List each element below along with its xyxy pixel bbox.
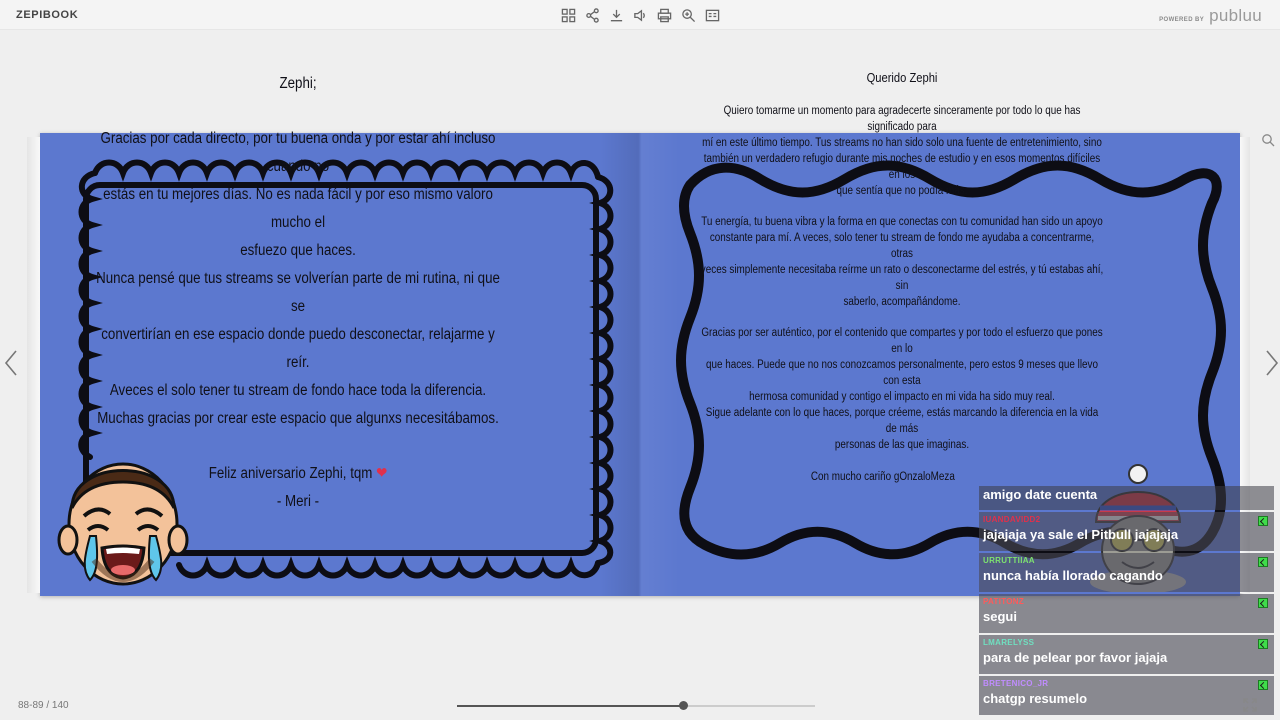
verified-badge-icon: [1258, 516, 1268, 526]
left-line: esfuezo que haces.: [240, 242, 356, 259]
right-line: también un verdadero refugio durante mis…: [703, 153, 1101, 181]
left-line: Muchas gracias por crear este espacio qu…: [97, 410, 499, 427]
right-page-text: Querido Zephi Quiero tomarme un momento …: [666, 70, 1138, 485]
chat-username: BRETENICO_JR: [983, 679, 1049, 688]
grid-icon[interactable]: [558, 6, 578, 24]
chat-username: URRUTTIIAA: [983, 556, 1035, 565]
chat-text: nunca había llorado cagando: [983, 568, 1163, 583]
stream-chat-overlay: amigo date cuenta IUANDAVIDD2 jajajaja y…: [979, 486, 1274, 715]
right-line: constante para mí. A veces, solo tener t…: [709, 232, 1095, 260]
heart-icon: ❤: [376, 465, 388, 482]
chat-text: jajajaja ya sale el Pitbull jajajaja: [983, 527, 1179, 542]
verified-badge-icon: [1258, 598, 1268, 608]
powered-by[interactable]: POWERED BY publuu: [1159, 6, 1262, 26]
toolbar: [558, 6, 722, 24]
chat-message: LMARELYSS para de pelear por favor jajaj…: [979, 635, 1274, 674]
left-line: Aveces el solo tener tu stream de fondo …: [109, 382, 487, 399]
crying-laughing-face-icon: [57, 462, 189, 586]
prev-page-arrow[interactable]: [2, 348, 20, 378]
right-signature: Con mucho cariño gOnzaloMeza: [810, 471, 955, 483]
chat-text: segui: [983, 609, 1017, 624]
chevron-left-icon: [4, 350, 17, 376]
chat-message: IUANDAVIDD2 jajajaja ya sale el Pitbull …: [979, 512, 1274, 551]
right-line: Quiero tomarme un momento para agradecer…: [723, 105, 1081, 133]
chat-username: PATITONZ: [983, 597, 1025, 606]
verified-badge-icon: [1258, 557, 1268, 567]
slider-handle[interactable]: [678, 701, 688, 710]
share-icon[interactable]: [582, 6, 602, 24]
chat-text: para de pelear por favor jajaja: [983, 650, 1168, 665]
left-line: Nunca pensé que tus streams se volverían…: [96, 270, 500, 315]
right-line: que haces. Puede que no nos conozcamos p…: [705, 359, 1098, 387]
right-line: saberlo, acompañándome.: [843, 296, 961, 308]
chat-message: BRETENICO_JR chatgp resumelo: [979, 676, 1274, 715]
sound-icon[interactable]: [630, 6, 650, 24]
top-bar: ZEPIBOOK POWERED BY publuu: [0, 0, 1280, 30]
right-line: Tu energía, tu buena vibra y la forma en…: [701, 216, 1103, 228]
left-line: estás en tu mejores días. No es nada fác…: [103, 186, 493, 231]
chevron-right-icon: [1266, 350, 1279, 376]
next-page-arrow[interactable]: [1263, 348, 1280, 378]
right-line: personas de las que imaginas.: [834, 439, 970, 451]
right-line: que sentía que no podía más.: [836, 185, 968, 197]
chat-message: URRUTTIIAA nunca había llorado cagando: [979, 553, 1274, 592]
right-line: Sigue adelante con lo que haces, porque …: [705, 407, 1099, 435]
chat-text: chatgp resumelo: [983, 691, 1088, 706]
right-line: hermosa comunidad y contigo el impacto e…: [749, 391, 1055, 403]
verified-badge-icon: [1258, 680, 1268, 690]
chat-message-partial: amigo date cuenta: [979, 486, 1274, 510]
powered-by-label: POWERED BY: [1159, 17, 1205, 23]
slider-fill: [457, 705, 683, 707]
right-line: mí en este último tiempo. Tus streams no…: [702, 137, 1102, 149]
print-icon[interactable]: [654, 6, 674, 24]
left-page-title: Zephi;: [279, 75, 317, 92]
chat-username: LMARELYSS: [983, 638, 1035, 647]
zoom-icon[interactable]: [678, 6, 698, 24]
chat-message: PATITONZ segui: [979, 594, 1274, 633]
right-line: Gracias por ser auténtico, por el conten…: [701, 327, 1103, 355]
page-stack-left: [27, 137, 40, 593]
page-indicator: 88-89 / 140: [18, 700, 69, 711]
verified-badge-icon: [1258, 639, 1268, 649]
right-line: veces simplemente necesitaba reírme un r…: [700, 264, 1104, 292]
page-slider[interactable]: [457, 701, 815, 710]
left-line: Gracias por cada directo, por tu buena o…: [100, 130, 496, 175]
closing-text: Feliz aniversario Zephi, tqm: [208, 465, 373, 482]
left-line: convertirían en ese espacio donde puedo …: [101, 326, 495, 371]
toc-icon[interactable]: [702, 6, 722, 24]
right-page-title: Querido Zephi: [866, 70, 938, 85]
magnifier-icon[interactable]: [1261, 133, 1275, 147]
fullscreen-icon[interactable]: [1243, 698, 1257, 712]
chat-username: IUANDAVIDD2: [983, 515, 1041, 524]
download-icon[interactable]: [606, 6, 626, 24]
brand-title: ZEPIBOOK: [16, 9, 79, 21]
publuu-logo: publuu: [1209, 6, 1262, 25]
